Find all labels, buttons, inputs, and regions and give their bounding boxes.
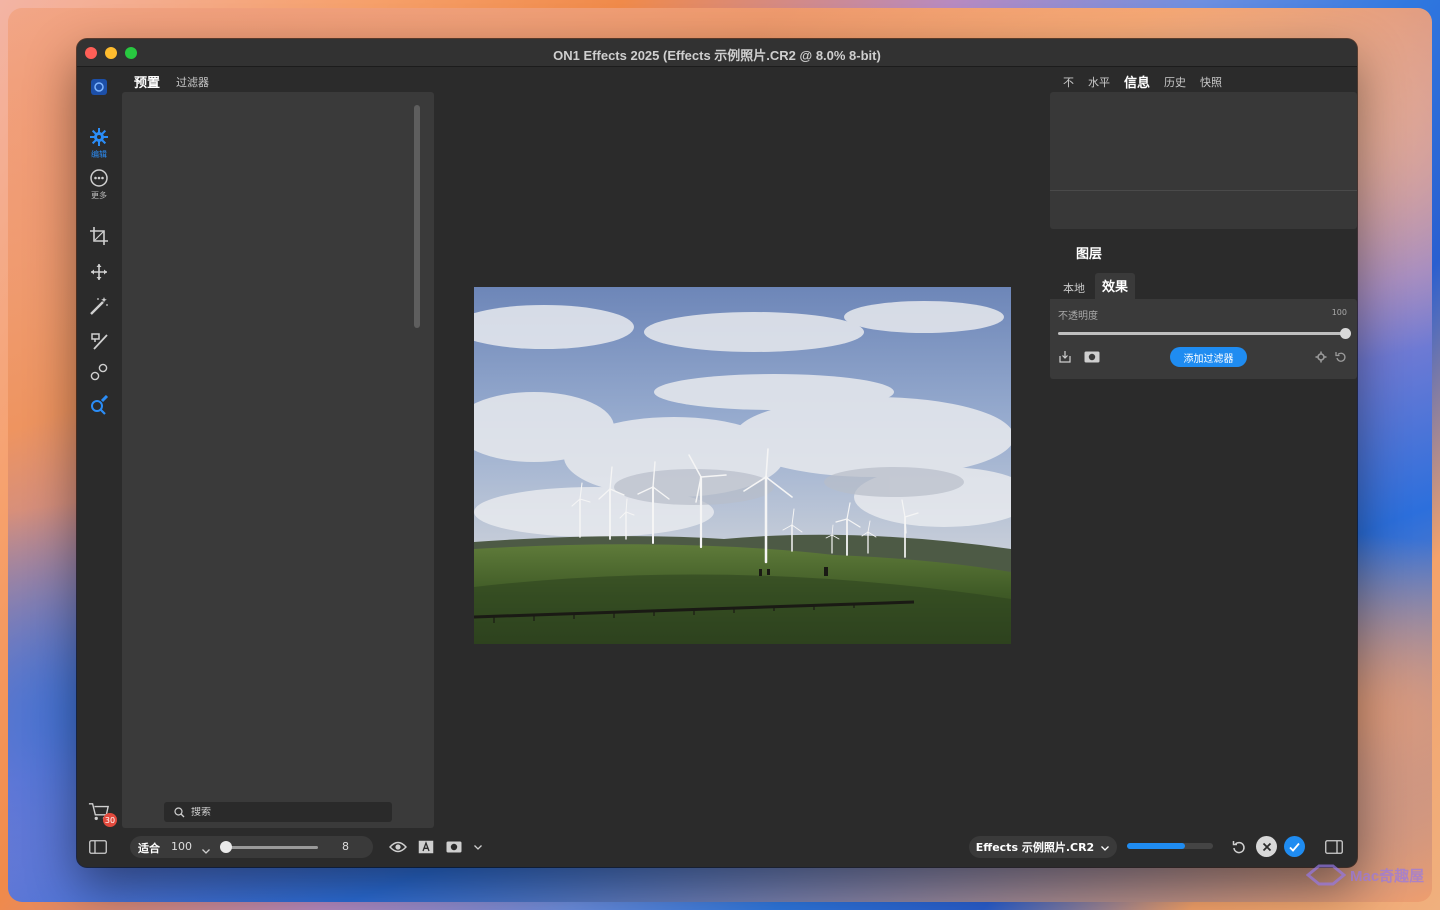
zoom-slider-knob[interactable] (220, 841, 232, 853)
chevron-down-icon[interactable] (201, 841, 211, 860)
opacity-slider-track[interactable] (1058, 332, 1346, 335)
checkmark-icon (1289, 842, 1300, 852)
edit-gear-icon (88, 126, 110, 148)
file-name: Effects 示例照片.CR2 (975, 841, 1095, 854)
undo-icon (1232, 840, 1245, 853)
zoom-percent[interactable]: 100 (171, 840, 192, 853)
preset-search (164, 802, 392, 822)
main-photo-canvas[interactable] (474, 287, 1011, 644)
right-panel-tabs: 不 水平 信息 历史 快照 (1063, 72, 1222, 92)
zoom-control: 适合 100 8 (130, 836, 373, 858)
settings-gear-icon[interactable] (1313, 349, 1329, 365)
tab-info[interactable]: 信息 (1124, 72, 1150, 91)
chevron-down-icon (1100, 838, 1110, 857)
rail-item-edit[interactable]: 编辑 (77, 126, 121, 160)
tab-none[interactable]: 不 (1063, 74, 1074, 90)
crop-tool[interactable] (77, 225, 121, 247)
tab-presets[interactable]: 预置 (134, 72, 160, 91)
import-icon[interactable] (1057, 349, 1073, 365)
compare-a-icon[interactable] (415, 836, 437, 858)
magic-wand-tool[interactable] (77, 295, 121, 317)
tab-filters[interactable]: 过滤器 (176, 74, 209, 90)
tab-level[interactable]: 水平 (1088, 74, 1110, 90)
magic-wand-icon (88, 295, 110, 317)
opacity-slider-knob[interactable] (1340, 328, 1351, 339)
window-title: ON1 Effects 2025 (Effects 示例照片.CR2 @ 8.0… (553, 48, 881, 63)
tab-effects[interactable]: 效果 (1095, 273, 1136, 299)
undo-button[interactable] (1228, 836, 1249, 857)
progress-bar (1127, 843, 1213, 849)
more-dots-icon (88, 167, 110, 189)
crop-icon (88, 225, 110, 247)
cart-count-badge: 30 (103, 813, 117, 827)
effects-layer-panel: 不透明度 100 添加过滤器 (1050, 299, 1357, 379)
mask-icon[interactable] (1084, 349, 1100, 365)
apply-button[interactable] (1284, 836, 1305, 857)
info-panel (1050, 92, 1357, 229)
rail-label-edit: 编辑 (91, 150, 107, 159)
rail-item-more[interactable]: 更多 (77, 167, 121, 201)
brush-tool[interactable] (77, 330, 121, 352)
mask-view-icon[interactable] (443, 836, 465, 858)
watermark-text: Mac奇趣屋 (1350, 867, 1425, 885)
search-paint-icon (88, 394, 110, 416)
layer-tabs: 本地 效果 (1050, 273, 1136, 299)
zoom-slider-track[interactable] (222, 846, 318, 849)
watermark-icon (1306, 864, 1346, 886)
tab-local[interactable]: 本地 (1050, 276, 1095, 299)
retouch-icon (88, 361, 110, 383)
zoom-number: 8 (342, 840, 349, 853)
reset-icon[interactable] (1333, 349, 1349, 365)
opacity-label: 不透明度 (1058, 311, 1098, 322)
tab-snapshots[interactable]: 快照 (1200, 74, 1222, 90)
tab-history[interactable]: 历史 (1164, 74, 1186, 90)
toggle-left-panel-icon[interactable] (87, 836, 109, 858)
zoom-fit-button[interactable]: 适合 (138, 840, 160, 856)
mask-view-chevron-icon[interactable] (467, 836, 489, 858)
close-icon (1262, 842, 1271, 851)
rail-label-more: 更多 (91, 191, 107, 200)
file-selector[interactable]: Effects 示例照片.CR2 (969, 836, 1117, 858)
title-bar: ON1 Effects 2025 (Effects 示例照片.CR2 @ 8.0… (77, 39, 1357, 67)
info-divider (1050, 190, 1357, 191)
app-logo-icon (88, 76, 110, 98)
cancel-button[interactable] (1256, 836, 1277, 857)
move-tool[interactable] (77, 261, 121, 283)
left-panel-tabs: 预置 过滤器 (134, 72, 209, 92)
bottom-toolbar: 适合 100 8 Effects 示例照片.CR2 (77, 828, 1357, 867)
toggle-right-panel-icon[interactable] (1323, 836, 1345, 858)
brush-icon (88, 330, 110, 352)
opacity-value: 100 (1331, 308, 1347, 317)
retouch-tool[interactable] (77, 361, 121, 383)
watermark-logo: Mac奇趣屋 (1306, 864, 1424, 886)
add-filter-button[interactable]: 添加过滤器 (1170, 347, 1247, 367)
search-input[interactable] (191, 806, 371, 818)
layers-title: 图层 (1076, 247, 1103, 262)
progress-fill (1127, 843, 1186, 849)
presets-panel (122, 92, 434, 828)
app-window: ON1 Effects 2025 (Effects 示例照片.CR2 @ 8.0… (77, 39, 1357, 867)
app-logo[interactable] (77, 76, 121, 98)
local-adjust-tool[interactable] (77, 394, 121, 416)
move-icon (88, 261, 110, 283)
presets-scrollbar[interactable] (414, 105, 420, 328)
preview-eye-icon[interactable] (387, 836, 409, 858)
tool-rail: 编辑 更多 (77, 68, 121, 867)
search-icon (174, 803, 185, 822)
